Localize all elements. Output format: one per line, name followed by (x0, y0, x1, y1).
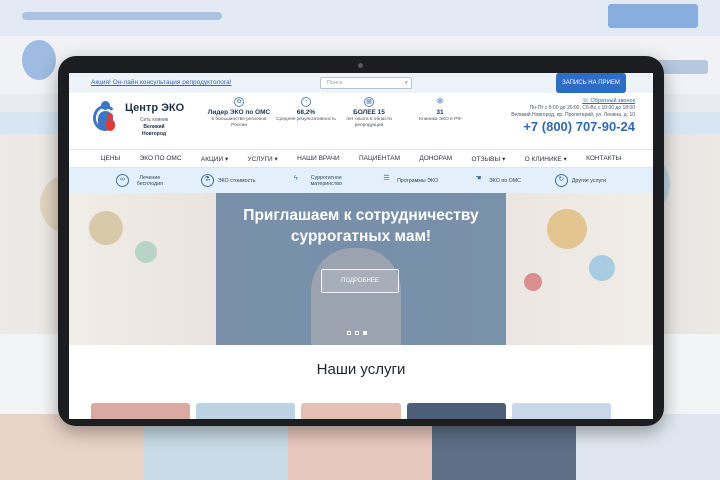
hand-icon: ☚ (475, 175, 482, 182)
brand-name[interactable]: Центр ЭКО (125, 102, 184, 114)
subnav-eco-cost[interactable]: ⚗ ЭКО стоимость (200, 174, 255, 187)
nav-item-contacts[interactable]: КОНТАКТЫ (586, 155, 621, 162)
slider-dots (347, 331, 367, 335)
top-bar: Акция! Он-лайн консультация репродуктоло… (69, 73, 653, 93)
bg-logo (22, 40, 56, 80)
brand-city: Великий Новгород (141, 124, 167, 137)
header: Центр ЭКО Сеть клиник Великий Новгород ✿… (69, 93, 653, 149)
pregnancy-icon: ϟ (293, 175, 298, 182)
service-card-5[interactable] (511, 403, 612, 419)
promo-link[interactable]: Акция! Он-лайн консультация репродуктоло… (91, 79, 232, 86)
camera-icon (358, 63, 363, 68)
stat-leader: ✿ Лидер ЭКО по ОМС в большинстве регионо… (207, 97, 271, 128)
mobile-toy-right (547, 209, 587, 249)
bg-topbar (0, 0, 720, 36)
award-icon: ✿ (234, 97, 244, 107)
brand-subtitle: Сеть клиник Великий Новгород (131, 117, 177, 138)
nav-item-prices[interactable]: ЦЕНЫ (101, 155, 121, 162)
hero-overlay: Приглашаем к сотрудничеству суррогатных … (216, 193, 506, 345)
service-cards (91, 403, 612, 419)
nav-item-reviews[interactable]: ОТЗЫВЫ ▾ (472, 155, 506, 163)
nav-item-about[interactable]: О КЛИНИКЕ ▾ (525, 155, 567, 163)
nav-item-promotions[interactable]: АКЦИИ ▾ (201, 155, 228, 163)
nav-item-eco-oms[interactable]: ЭКО ПО ОМС (140, 155, 182, 162)
nav-item-donors[interactable]: ДОНОРАМ (419, 155, 452, 162)
stat-experience: ▦ БОЛЕЕ 15 лет опыта в области репродукц… (346, 97, 392, 128)
calendar-icon: ▦ (364, 97, 374, 107)
subnav-other[interactable]: ↻ Другие услуги (554, 174, 606, 187)
services-heading: Наши услуги (316, 361, 406, 378)
service-card-4[interactable] (406, 403, 506, 419)
subnav-eco-oms[interactable]: ☚ ЭКО по ОМС (472, 174, 521, 187)
nav-item-services[interactable]: УСЛУГИ ▾ (248, 155, 278, 163)
nav-item-patients[interactable]: ПАЦИЕНТАМ (359, 155, 400, 162)
stat-results: ◔ 68,2% Средняя результативность (276, 97, 336, 122)
appointment-button[interactable]: ЗАПИСЬ НА ПРИЕМ (556, 73, 626, 93)
search-input[interactable]: Поиск ⌕ (320, 77, 412, 89)
service-card-1[interactable] (91, 403, 191, 419)
slider-dot-1[interactable] (347, 331, 351, 335)
mobile-toy-left (89, 211, 123, 245)
services-section: Наши услуги (69, 345, 653, 419)
search-placeholder: Поиск (327, 80, 343, 86)
nav-item-doctors[interactable]: НАШИ ВРАЧИ (297, 155, 340, 162)
refresh-icon: ↻ (554, 174, 568, 187)
main-nav: ЦЕНЫ ЭКО ПО ОМС АКЦИИ ▾ УСЛУГИ ▾ НАШИ ВР… (69, 149, 653, 168)
subnav-surrogacy[interactable]: ϟ Суррогатное материнство (289, 174, 346, 187)
callback-link[interactable]: ☏ Обратный звонок (511, 97, 635, 105)
device-frame: Акция! Он-лайн консультация репродуктоло… (58, 56, 664, 426)
mobile-toy-right-3 (524, 273, 542, 291)
mobile-toy-right-2 (589, 255, 615, 281)
contact-block: ☏ Обратный звонок Пн-Пт с 9:00 до 20:00,… (511, 97, 635, 134)
subnav-programs[interactable]: ☰ Программы ЭКО (380, 174, 438, 187)
more-button[interactable]: ПОДРОБНЕЕ (321, 269, 399, 293)
rings-icon: ∞ (115, 174, 129, 187)
stat-clinics: ❄ 31 Клиника ЭКО в РФ (419, 96, 461, 123)
phone-icon: ☏ (582, 98, 591, 104)
logo-icon[interactable] (93, 101, 119, 133)
slider-dot-2[interactable] (355, 331, 359, 335)
snowflake-icon: ❄ (436, 96, 444, 106)
brand-network: Сеть клиник (139, 117, 169, 123)
flask-icon: ⚗ (200, 174, 214, 187)
service-card-3[interactable] (301, 403, 401, 419)
hero-slider: Приглашаем к сотрудничеству суррогатных … (69, 193, 653, 345)
slider-dot-3[interactable] (363, 331, 367, 335)
subnav-infertility[interactable]: ∞ Лечение бесплодия (115, 174, 167, 187)
services-nav: ∞ Лечение бесплодия ⚗ ЭКО стоимость ϟ Су… (69, 168, 653, 193)
mobile-toy-left-2 (135, 241, 157, 263)
chart-icon: ◔ (301, 97, 311, 107)
work-hours: Пн-Пт с 9:00 до 20:00, Сб-Вс с 10:00 до … (529, 105, 635, 111)
website-screen: Акция! Он-лайн консультация репродуктоло… (69, 73, 653, 419)
search-icon[interactable]: ⌕ (405, 80, 408, 87)
phone-number[interactable]: +7 (800) 707-90-24 (511, 119, 635, 134)
address: Великий Новгород, пр. Пролетарий, ул. Ле… (511, 111, 635, 118)
hero-title: Приглашаем к сотрудничеству суррогатных … (243, 207, 479, 245)
service-card-2[interactable] (196, 403, 296, 419)
list-icon: ☰ (383, 175, 390, 182)
